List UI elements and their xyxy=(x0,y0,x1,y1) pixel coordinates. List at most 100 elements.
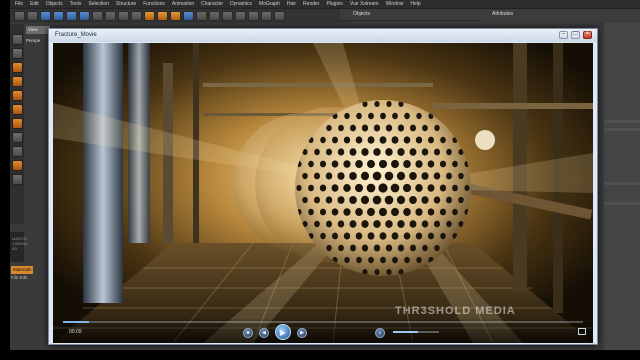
menu-window[interactable]: Window xyxy=(386,1,404,7)
sphere-dot xyxy=(344,256,350,264)
sphere-dot xyxy=(427,184,435,192)
sphere-dot xyxy=(373,148,381,156)
snap-icon[interactable] xyxy=(11,160,23,171)
menu-objects[interactable]: Objects xyxy=(46,1,63,7)
render-settings-icon[interactable] xyxy=(170,11,181,21)
menu-render[interactable]: Render xyxy=(303,1,319,7)
y-axis-icon[interactable] xyxy=(105,11,116,21)
undo-icon[interactable] xyxy=(14,11,25,21)
nurbs-icon[interactable] xyxy=(209,11,220,21)
sphere-dot xyxy=(403,136,411,144)
rotate-icon[interactable] xyxy=(79,11,90,21)
menu-character[interactable]: Character xyxy=(201,1,223,7)
render-view-icon[interactable] xyxy=(144,11,155,21)
object-mode-icon[interactable] xyxy=(11,62,23,73)
sphere-dot xyxy=(422,244,428,252)
sphere-dot xyxy=(415,208,423,216)
z-axis-icon[interactable] xyxy=(118,11,129,21)
sphere-dot xyxy=(319,208,327,216)
menu-file[interactable]: File xyxy=(15,1,23,7)
sphere-dot xyxy=(403,160,411,168)
volume-slider[interactable] xyxy=(393,331,439,333)
play-button[interactable]: ▶ xyxy=(275,324,291,340)
sphere-dot xyxy=(313,196,321,204)
sphere-dot xyxy=(373,244,381,252)
menu-hair[interactable]: Hair xyxy=(287,1,296,7)
sphere-dot xyxy=(338,244,344,252)
scale-icon[interactable] xyxy=(66,11,77,21)
coordinate-system-icon[interactable] xyxy=(131,11,142,21)
menu-edit[interactable]: Edit xyxy=(30,1,39,7)
sphere-dot xyxy=(403,208,411,216)
sphere-dot xyxy=(378,183,388,193)
make-editable-icon[interactable] xyxy=(11,34,23,45)
sphere-dot xyxy=(320,232,326,240)
sphere-dot xyxy=(325,148,333,156)
previous-button[interactable]: ◀ xyxy=(259,328,269,338)
array-icon[interactable] xyxy=(222,11,233,21)
spline-pen-icon[interactable] xyxy=(196,11,207,21)
menu-help[interactable]: Help xyxy=(410,1,420,7)
sphere-dot xyxy=(331,184,339,192)
mute-button[interactable]: ♪ xyxy=(375,328,385,338)
minimize-button[interactable]: – xyxy=(559,31,568,39)
redo-icon[interactable] xyxy=(27,11,38,21)
materials-menu-edit[interactable]: Edit xyxy=(20,275,28,280)
sphere-dot xyxy=(421,172,429,180)
sphere-dot xyxy=(434,124,440,132)
next-button[interactable]: ▶ xyxy=(297,328,307,338)
player-titlebar[interactable]: Fracture_Movie – □ × xyxy=(49,29,597,42)
texture-mode-icon[interactable] xyxy=(11,76,23,87)
sphere-dot xyxy=(403,232,411,240)
seek-bar[interactable] xyxy=(63,321,583,323)
edges-mode-icon[interactable] xyxy=(11,104,23,115)
sphere-dot xyxy=(415,136,423,144)
menu-plugins[interactable]: Plugins xyxy=(326,1,342,7)
points-mode-icon[interactable] xyxy=(11,90,23,101)
render-picture-viewer-icon[interactable] xyxy=(157,11,168,21)
cube-icon[interactable] xyxy=(183,11,194,21)
sphere-dot xyxy=(396,171,406,181)
stop-button[interactable]: ■ xyxy=(243,328,253,338)
menu-structure[interactable]: Structure xyxy=(116,1,136,7)
main-toolbar xyxy=(10,9,350,23)
workplane-icon[interactable] xyxy=(11,174,23,185)
camera-icon[interactable] xyxy=(261,11,272,21)
menu-selection[interactable]: Selection xyxy=(88,1,109,7)
sphere-dot xyxy=(367,136,375,144)
menu-mograph[interactable]: MoGraph xyxy=(259,1,280,7)
polygons-mode-icon[interactable] xyxy=(11,118,23,129)
viewport-view-menu[interactable]: View xyxy=(26,26,50,34)
video-frame[interactable]: THR3SHOLD MEDIA 00:09 ■ ◀ ▶ ▶ ♪ xyxy=(53,43,593,343)
attributes-panel-title[interactable]: Attributes xyxy=(492,11,513,17)
sphere-dot xyxy=(445,172,453,180)
menu-vue-xstream[interactable]: Vue Xstream xyxy=(350,1,379,7)
x-axis-icon[interactable] xyxy=(92,11,103,21)
menu-animation[interactable]: Animation xyxy=(172,1,194,7)
sphere-dot xyxy=(374,100,380,108)
menu-tools[interactable]: Tools xyxy=(70,1,82,7)
live-select-icon[interactable] xyxy=(40,11,51,21)
menu-functions[interactable]: Functions xyxy=(143,1,165,7)
move-icon[interactable] xyxy=(53,11,64,21)
sphere-dot xyxy=(397,220,405,228)
sphere-dot xyxy=(372,171,382,181)
sphere-dot xyxy=(313,172,321,180)
sphere-dot xyxy=(349,195,357,205)
close-button[interactable]: × xyxy=(583,31,592,39)
model-mode-icon[interactable] xyxy=(11,48,23,59)
materials-menu-file[interactable]: File xyxy=(11,275,18,280)
menubar: File Edit Objects Tools Selection Structure Fu… xyxy=(10,0,640,9)
sphere-dot xyxy=(427,136,435,144)
tweak-mode-icon[interactable] xyxy=(11,146,23,157)
fullscreen-button[interactable] xyxy=(578,328,586,335)
materials-tab[interactable]: Materials xyxy=(11,266,34,274)
maximize-button[interactable]: □ xyxy=(571,31,580,39)
attributes-panel xyxy=(604,22,640,350)
axis-mode-icon[interactable] xyxy=(11,132,23,143)
deformer-icon[interactable] xyxy=(235,11,246,21)
menu-dynamics[interactable]: Dynamics xyxy=(230,1,252,7)
floor-icon[interactable] xyxy=(248,11,259,21)
objects-panel-title[interactable]: Objects xyxy=(353,11,370,17)
light-icon[interactable] xyxy=(274,11,285,21)
